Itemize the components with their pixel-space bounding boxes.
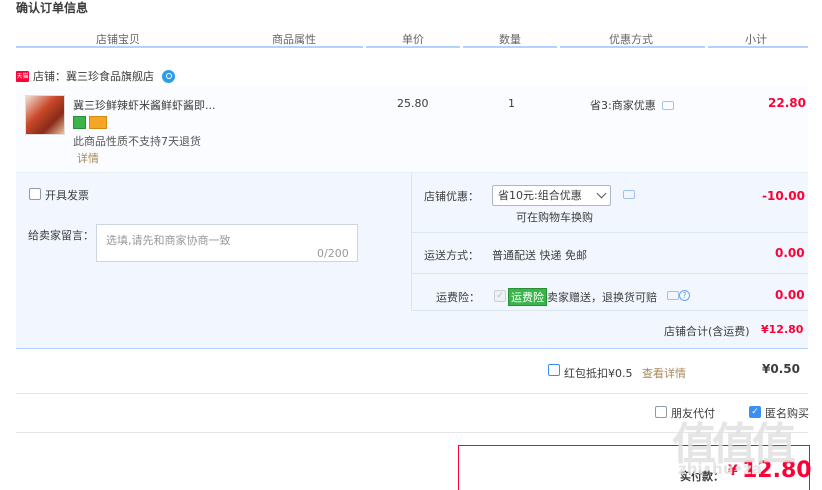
col-header-subtotal: 小计 [745, 33, 767, 46]
red-packet-amount: ¥0.50 [762, 362, 800, 376]
col-header-attr: 商品属性 [272, 33, 316, 46]
panel-divider [411, 173, 412, 310]
shipping-label: 运送方式： [424, 249, 479, 262]
shop-total-amount: ¥12.80 [761, 323, 804, 336]
red-packet-checkbox[interactable] [548, 364, 560, 376]
header-divider [560, 46, 705, 48]
invoice-checkbox[interactable] [29, 188, 41, 200]
tmall-icon: 天猫 [16, 70, 29, 82]
shop-row: 天猫 店铺：冀三珍食品旗舰店 [16, 68, 175, 84]
insurance-amount: 0.00 [775, 288, 805, 302]
shop-discount-note: 可在购物车换购 [516, 211, 593, 224]
product-title-link[interactable]: 冀三珍鲜辣虾米酱鲜虾酱即... [73, 97, 216, 113]
col-header-item: 店铺宝贝 [96, 33, 140, 46]
col-header-qty: 数量 [499, 33, 521, 46]
panel-divider [411, 310, 808, 311]
watermark-site: zhi•hu•za [678, 460, 762, 478]
chevron-down-icon [596, 188, 607, 199]
shop-discount-amount: -10.00 [762, 189, 805, 203]
shipping-amount: 0.00 [775, 246, 805, 260]
panel-divider [411, 273, 808, 274]
col-header-price: 单价 [402, 33, 424, 46]
message-char-count: 0/200 [317, 247, 349, 260]
insurance-label: 运费险： [436, 291, 480, 304]
header-divider [463, 46, 557, 48]
details-link[interactable]: 详情 [77, 150, 99, 166]
comment-icon[interactable] [662, 101, 674, 110]
message-placeholder: 选填,请先和商家协商一致 [106, 234, 231, 247]
insurance-checkbox [494, 290, 506, 302]
panel-divider [411, 232, 808, 233]
no-return-note: 此商品性质不支持7天退货 [73, 135, 201, 148]
discount-method: 省3:商家优惠 [590, 99, 656, 112]
wangwang-chat-icon[interactable] [162, 69, 175, 83]
row-divider [16, 393, 808, 394]
shop-name-link[interactable]: 店铺：冀三珍食品旗舰店 [33, 68, 154, 84]
friend-pay-checkbox[interactable] [655, 406, 667, 418]
shop-discount-selected: 省10元:组合优惠 [498, 189, 582, 202]
shop-discount-select[interactable]: 省10元:组合优惠 [492, 185, 611, 206]
insurance-text: 卖家赠送，退换货可赔 [547, 291, 657, 304]
comment-icon[interactable] [667, 291, 679, 300]
red-packet-details-link[interactable]: 查看详情 [642, 365, 686, 381]
invoice-label: 开具发票 [45, 189, 89, 202]
help-icon[interactable]: ? [679, 290, 690, 301]
quality-badge-icon [73, 116, 86, 129]
red-packet-label: 红包抵扣¥0.5 [564, 367, 633, 380]
card-badge-icon [89, 116, 107, 129]
shipping-method: 普通配送 快递 免邮 [492, 249, 587, 262]
header-divider [366, 46, 460, 48]
quantity: 1 [508, 97, 515, 110]
insurance-tag: 运费险 [508, 288, 547, 306]
header-divider [16, 46, 363, 48]
page-title: 确认订单信息 [16, 1, 89, 15]
shop-total-label: 店铺合计(含运费) [664, 325, 750, 338]
message-label: 给卖家留言： [28, 229, 94, 242]
col-header-discount: 优惠方式 [609, 33, 653, 46]
comment-icon[interactable] [623, 190, 635, 199]
item-subtotal: 22.80 [768, 96, 806, 110]
shop-discount-label: 店铺优惠： [424, 190, 479, 203]
header-divider [708, 46, 808, 48]
unit-price: 25.80 [397, 97, 429, 110]
product-thumbnail[interactable] [25, 95, 65, 135]
